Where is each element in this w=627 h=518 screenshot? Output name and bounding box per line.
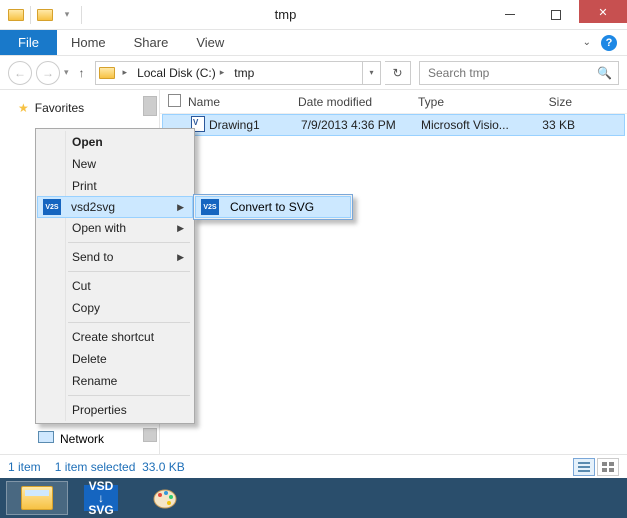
cm-vsd2svg[interactable]: V2S vsd2svg ▶ [37, 196, 193, 218]
folder-icon [96, 67, 118, 79]
address-bar[interactable]: ▸ Local Disk (C:)▸ tmp ▾ [95, 61, 381, 85]
address-dropdown-icon[interactable]: ▾ [362, 62, 380, 84]
col-type[interactable]: Type [418, 95, 528, 109]
col-name[interactable]: Name [188, 95, 298, 109]
title-bar: ▾ tmp [0, 0, 627, 30]
cm-properties[interactable]: Properties [38, 399, 192, 421]
cm-openwith[interactable]: Open with ▶ [38, 217, 192, 239]
details-view-button[interactable] [573, 458, 595, 476]
network-icon [38, 431, 54, 446]
cm-sendto[interactable]: Send to ▶ [38, 246, 192, 268]
nav-bar: ← → ▾ ↑ ▸ Local Disk (C:)▸ tmp ▾ ↻ 🔍 [0, 56, 627, 90]
taskbar: VSD↓SVG [0, 478, 627, 518]
col-date[interactable]: Date modified [298, 95, 418, 109]
crumb-disk[interactable]: Local Disk (C:)▸ [132, 66, 229, 80]
crumb-root[interactable]: ▸ [118, 67, 133, 78]
refresh-button[interactable]: ↻ [385, 61, 411, 85]
file-size: 33 KB [531, 118, 591, 132]
cm-convert-svg[interactable]: V2S Convert to SVG [195, 196, 351, 218]
submenu-arrow-icon: ▶ [177, 252, 184, 263]
search-box[interactable]: 🔍 [419, 61, 619, 85]
vsd2svg-app-icon: VSD↓SVG [84, 485, 118, 511]
cm-new[interactable]: New [38, 153, 192, 175]
search-input[interactable] [426, 65, 597, 81]
tree-network[interactable]: Network [38, 431, 104, 446]
context-submenu: V2S Convert to SVG [193, 194, 353, 220]
file-name: Drawing1 [209, 118, 301, 132]
cm-open[interactable]: Open [38, 131, 192, 153]
crumb-tmp[interactable]: tmp [229, 66, 259, 80]
ribbon: File Home Share View ⌄ ? [0, 30, 627, 56]
properties-icon[interactable] [6, 5, 26, 25]
help-icon[interactable]: ? [601, 35, 617, 51]
up-button[interactable]: ↑ [73, 64, 91, 82]
cm-copy[interactable]: Copy [38, 297, 192, 319]
context-menu: Open New Print V2S vsd2svg ▶ Open with ▶… [35, 128, 195, 424]
paint-icon [151, 486, 179, 510]
file-tab[interactable]: File [0, 30, 57, 55]
vsd2svg-icon: V2S [43, 199, 61, 215]
select-all-checkbox[interactable] [168, 94, 181, 107]
tree-favorites[interactable]: ★ Favorites [18, 98, 159, 118]
column-header: Name Date modified Type Size [160, 90, 627, 114]
status-selected: 1 item selected 33.0 KB [55, 460, 185, 474]
close-button[interactable] [579, 0, 627, 23]
tab-share[interactable]: Share [120, 30, 183, 55]
status-bar: 1 item 1 item selected 33.0 KB [0, 454, 627, 478]
vsd2svg-icon: V2S [201, 199, 219, 215]
favorites-label: Favorites [35, 101, 84, 115]
quick-access-toolbar: ▾ [0, 5, 84, 25]
tab-home[interactable]: Home [57, 30, 120, 55]
file-type: Microsoft Visio... [421, 118, 531, 132]
search-icon[interactable]: 🔍 [597, 66, 612, 80]
task-explorer[interactable] [6, 481, 68, 515]
status-count: 1 item [8, 460, 41, 474]
window-title: tmp [84, 7, 487, 22]
cm-print[interactable]: Print [38, 175, 192, 197]
back-button[interactable]: ← [8, 61, 32, 85]
file-date: 7/9/2013 4:36 PM [301, 118, 421, 132]
cm-cut[interactable]: Cut [38, 275, 192, 297]
thumbnails-view-button[interactable] [597, 458, 619, 476]
col-size[interactable]: Size [528, 95, 588, 109]
tab-view[interactable]: View [182, 30, 238, 55]
file-list: Name Date modified Type Size Drawing1 7/… [160, 90, 627, 454]
file-row[interactable]: Drawing1 7/9/2013 4:36 PM Microsoft Visi… [162, 114, 625, 136]
maximize-button[interactable] [533, 5, 579, 25]
history-dropdown-icon[interactable]: ▾ [64, 67, 69, 78]
network-label: Network [60, 432, 104, 446]
task-paint[interactable] [134, 481, 196, 515]
submenu-arrow-icon: ▶ [177, 223, 184, 234]
cm-delete[interactable]: Delete [38, 348, 192, 370]
tree-scrollbar-up[interactable] [143, 96, 159, 128]
qat-dropdown-icon[interactable]: ▾ [57, 5, 77, 25]
star-icon: ★ [18, 101, 29, 115]
ribbon-expand-icon[interactable]: ⌄ [583, 37, 591, 48]
cm-rename[interactable]: Rename [38, 370, 192, 392]
minimize-button[interactable] [487, 5, 533, 25]
forward-button[interactable]: → [36, 61, 60, 85]
new-folder-icon[interactable] [35, 5, 55, 25]
task-vsd2svg[interactable]: VSD↓SVG [70, 481, 132, 515]
cm-shortcut[interactable]: Create shortcut [38, 326, 192, 348]
explorer-icon [21, 486, 53, 510]
submenu-arrow-icon: ▶ [177, 202, 184, 213]
